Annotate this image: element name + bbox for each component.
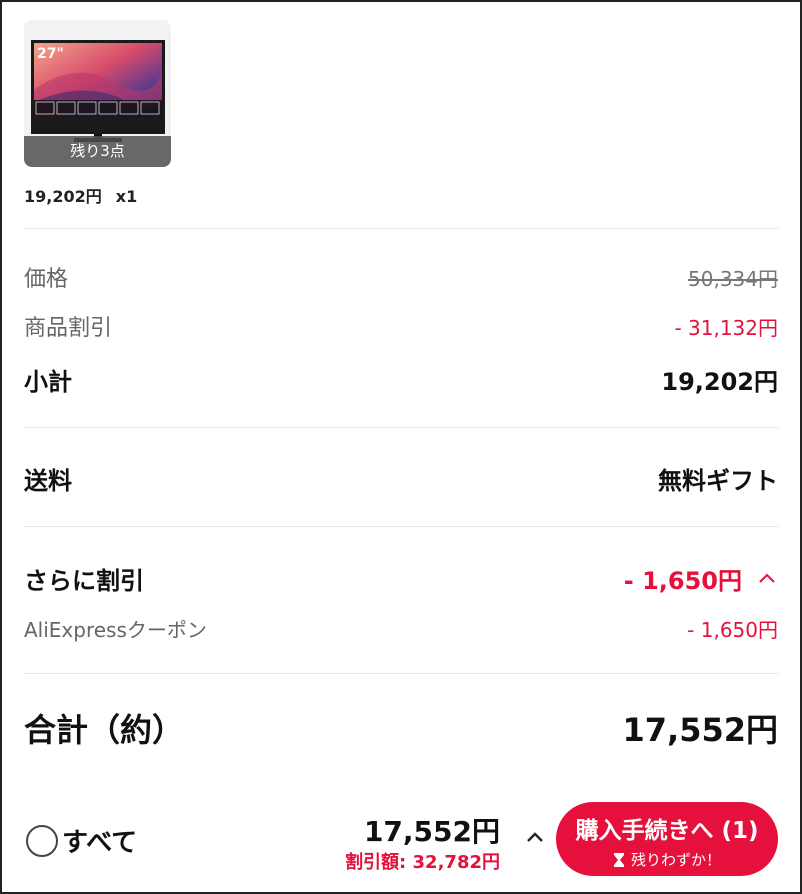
coupon-row: AliExpressクーポン - 1,650円 <box>24 612 778 644</box>
product-discount-value: - 31,132円 <box>674 315 778 340</box>
subtotal-value: 19,202円 <box>661 367 778 396</box>
extra-discount-value: - 1,650円 <box>623 566 742 595</box>
chevron-up-icon[interactable] <box>756 567 778 589</box>
price-label: 価格 <box>24 267 69 292</box>
coupon-label: AliExpressクーポン <box>24 617 207 642</box>
product-price-line: 19,202円 x1 <box>24 183 137 207</box>
checkout-sub-label: 残りわずか！ <box>630 851 721 869</box>
product-quantity: x1 <box>115 187 138 206</box>
total-row: 合計（約） 17,552円 <box>24 704 778 752</box>
bar-discount-amount: 割引額: 32,782円 <box>345 852 500 873</box>
product-thumbnail[interactable]: 27" 残り3点 <box>24 20 171 167</box>
bottom-action-bar: すべて 17,552円 割引額: 32,782円 購入手続きへ (1) 残りわず… <box>0 796 800 892</box>
extra-discount-row[interactable]: さらに割引 - 1,650円 <box>24 559 778 597</box>
product-discount-label: 商品割引 <box>24 316 113 341</box>
divider <box>24 673 778 674</box>
total-value: 17,552円 <box>622 711 779 749</box>
shipping-row: 送料 無料ギフト <box>24 459 778 497</box>
screen-size-label: 27" <box>37 46 64 62</box>
total-label: 合計（約） <box>24 711 185 749</box>
chevron-up-icon[interactable] <box>522 824 548 850</box>
coupon-value: - 1,650円 <box>687 617 778 642</box>
shipping-value: 無料ギフト <box>658 466 778 495</box>
checkout-sub: 残りわずか！ <box>556 849 778 870</box>
price-row: 価格 50,334円 <box>24 260 778 294</box>
select-all-checkbox[interactable]: すべて <box>26 822 137 859</box>
product-price: 19,202円 <box>24 187 102 206</box>
checkout-label: 購入手続きへ (1) <box>575 818 759 844</box>
radio-unchecked-icon[interactable] <box>26 824 58 857</box>
hourglass-icon <box>613 852 624 867</box>
extra-discount-toggle[interactable]: - 1,650円 <box>624 561 778 596</box>
extra-discount-label: さらに割引 <box>24 566 144 595</box>
divider <box>24 427 778 428</box>
select-all-label: すべて <box>62 828 138 858</box>
shipping-label: 送料 <box>24 466 72 495</box>
checkout-button[interactable]: 購入手続きへ (1) 残りわずか！ <box>556 802 778 876</box>
divider <box>24 228 778 229</box>
bar-total-price: 17,552円 <box>363 815 500 848</box>
divider <box>24 526 778 527</box>
product-discount-row: 商品割引 - 31,132円 <box>24 309 778 343</box>
subtotal-row: 小計 19,202円 <box>24 360 778 398</box>
price-value: 50,334円 <box>688 266 778 291</box>
stock-badge: 残り3点 <box>24 136 171 167</box>
subtotal-label: 小計 <box>24 367 72 396</box>
